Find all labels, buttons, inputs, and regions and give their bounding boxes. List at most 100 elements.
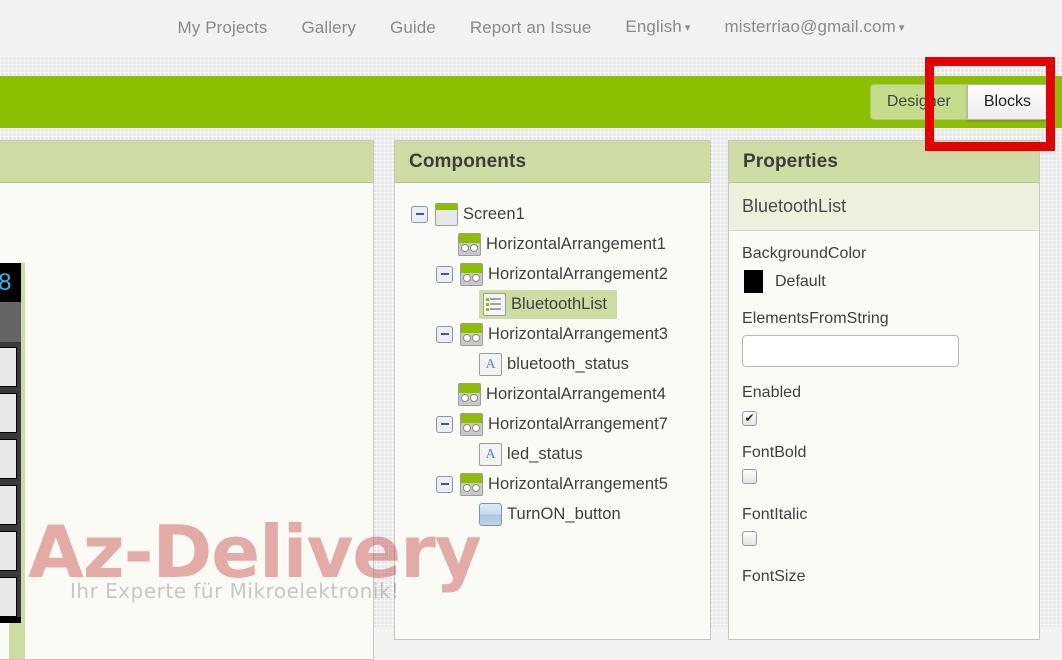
tree-item-bluetoothlist[interactable]: BluetoothList — [395, 289, 710, 319]
blocks-view-button[interactable]: Blocks — [966, 84, 1048, 120]
color-swatch-icon[interactable] — [744, 270, 763, 293]
nav-label: Guide — [390, 18, 436, 37]
property-label: BackgroundColor — [742, 245, 867, 262]
horizontal-arrangement-icon — [460, 322, 483, 346]
nav-link-gallery[interactable]: Gallery — [301, 18, 356, 38]
elements-from-string-input[interactable] — [742, 335, 959, 367]
phone-clock-time: 9:48 — [0, 270, 12, 295]
enabled-checkbox[interactable] — [742, 410, 757, 426]
viewer-note-line-2: ze. — [0, 222, 373, 247]
viewer-panel: wer ze. — [0, 140, 374, 660]
nav-label: misterriao@gmail.com — [724, 17, 896, 36]
phone-layout-row[interactable] — [0, 347, 17, 387]
horizontal-arrangement-icon — [460, 412, 483, 436]
tree-item-label: Screen1 — [463, 204, 525, 223]
tree-item-screen1[interactable]: Screen1 — [395, 199, 710, 229]
designer-view-button[interactable]: Designer — [869, 84, 967, 120]
tree-item-label: HorizontalArrangement1 — [486, 234, 666, 253]
nav-link-guide[interactable]: Guide — [390, 18, 436, 38]
tree-item-bluetooth-status[interactable]: A bluetooth_status — [395, 349, 710, 379]
tree-item-label: HorizontalArrangement3 — [488, 324, 668, 343]
fontbold-checkbox[interactable] — [742, 469, 757, 484]
collapse-expander-icon[interactable] — [411, 205, 428, 223]
viewer-panel-header — [0, 141, 373, 183]
collapse-expander-icon[interactable] — [436, 265, 453, 283]
property-fontsize: FontSize — [742, 568, 1026, 586]
property-label: FontSize — [742, 568, 806, 585]
components-panel: Components Screen1 HorizontalArrangement… — [394, 140, 711, 640]
property-label: ElementsFromString — [742, 310, 889, 327]
nav-label: Gallery — [301, 18, 356, 37]
tree-item-led-status[interactable]: A led_status — [395, 439, 710, 469]
collapse-expander-icon[interactable] — [436, 475, 453, 493]
designer-toolbar: Designer Blocks — [0, 76, 1062, 128]
list-picker-icon — [483, 292, 506, 316]
tree-item-label: BluetoothList — [511, 294, 608, 313]
properties-panel: Properties BluetoothList BackgroundColor… — [728, 140, 1040, 640]
nav-link-report-an-issue[interactable]: Report an Issue — [470, 18, 592, 38]
horizontal-arrangement-icon — [460, 262, 483, 286]
tree-item-label: led_status — [507, 444, 583, 463]
component-tree: Screen1 HorizontalArrangement1 Horizonta… — [395, 183, 710, 529]
viewer-panel-body: wer ze. — [0, 183, 373, 659]
tree-item-label: HorizontalArrangement4 — [486, 384, 666, 403]
phone-layout-row[interactable]: d — [0, 439, 17, 479]
fontitalic-checkbox[interactable] — [742, 531, 757, 546]
tree-item-horizontalarrangement1[interactable]: HorizontalArrangement1 — [395, 229, 710, 259]
color-value-label: Default — [775, 272, 826, 290]
tree-item-label: HorizontalArrangement7 — [488, 414, 668, 433]
tree-item-label: TurnON_button — [507, 504, 621, 523]
nav-link-account-menu[interactable]: misterriao@gmail.com ▾ — [724, 17, 904, 39]
property-fontbold: FontBold — [742, 444, 1026, 489]
tree-item-label: HorizontalArrangement5 — [488, 474, 668, 493]
tree-item-horizontalarrangement2[interactable]: HorizontalArrangement2 — [395, 259, 710, 289]
components-panel-title: Components — [409, 150, 527, 172]
phone-layout-row[interactable] — [0, 485, 17, 525]
tree-item-horizontalarrangement3[interactable]: HorizontalArrangement3 — [395, 319, 710, 349]
tree-item-label: HorizontalArrangement2 — [488, 264, 668, 283]
phone-screen-content: d urn OFF — [0, 342, 21, 617]
properties-selected-component: BluetoothList — [729, 183, 1039, 231]
tree-item-horizontalarrangement7[interactable]: HorizontalArrangement7 — [395, 409, 710, 439]
property-backgroundcolor: BackgroundColor Default — [742, 245, 1026, 293]
phone-title-bar — [0, 302, 21, 342]
tree-item-horizontalarrangement4[interactable]: HorizontalArrangement4 — [395, 379, 710, 409]
collapse-expander-icon[interactable] — [436, 415, 453, 433]
nav-link-language-selector[interactable]: English ▾ — [625, 17, 690, 39]
top-navigation-links: My Projects Gallery Guide Report an Issu… — [178, 17, 905, 39]
properties-panel-title: Properties — [743, 150, 838, 172]
phone-layout-row[interactable] — [0, 531, 17, 571]
property-elementsfromstring: ElementsFromString — [742, 310, 1026, 367]
nav-label: Report an Issue — [469, 18, 592, 37]
view-toggle-group: Designer Blocks — [869, 84, 1048, 120]
label-icon: A — [479, 352, 502, 376]
label-icon: A — [479, 442, 502, 466]
phone-layout-row[interactable]: urn OFF — [0, 577, 17, 617]
nav-label: My Projects — [177, 18, 268, 37]
screen-icon — [435, 202, 458, 226]
tree-item-label: bluetooth_status — [507, 354, 629, 373]
color-picker-row[interactable]: Default — [742, 270, 1026, 293]
tree-item-turnon-button[interactable]: TurnON_button — [395, 499, 710, 529]
nav-link-my-projects[interactable]: My Projects — [178, 18, 268, 38]
properties-list: BackgroundColor Default ElementsFromStri… — [729, 231, 1039, 586]
components-panel-header: Components — [395, 141, 710, 183]
horizontal-arrangement-icon — [458, 382, 481, 406]
chevron-down-icon: ▾ — [898, 22, 905, 34]
nav-label: English — [625, 17, 682, 36]
phone-preview-mockup: 9:48 d urn OFF — [0, 263, 21, 623]
properties-panel-header: Properties — [729, 141, 1039, 183]
horizontal-arrangement-icon — [458, 232, 481, 256]
tree-item-horizontalarrangement5[interactable]: HorizontalArrangement5 — [395, 469, 710, 499]
horizontal-arrangement-icon — [460, 472, 483, 496]
chevron-down-icon: ▾ — [684, 22, 691, 34]
collapse-expander-icon[interactable] — [436, 325, 453, 343]
property-label: FontBold — [742, 444, 807, 461]
selected-component-name: BluetoothList — [742, 196, 847, 216]
property-fontitalic: FontItalic — [742, 506, 1026, 551]
property-label: Enabled — [742, 384, 802, 401]
top-navigation-bar: My Projects Gallery Guide Report an Issu… — [0, 0, 1062, 56]
viewer-note-line-1: wer — [0, 197, 373, 222]
button-component-icon — [479, 502, 502, 526]
phone-layout-row-selected[interactable] — [0, 393, 17, 433]
